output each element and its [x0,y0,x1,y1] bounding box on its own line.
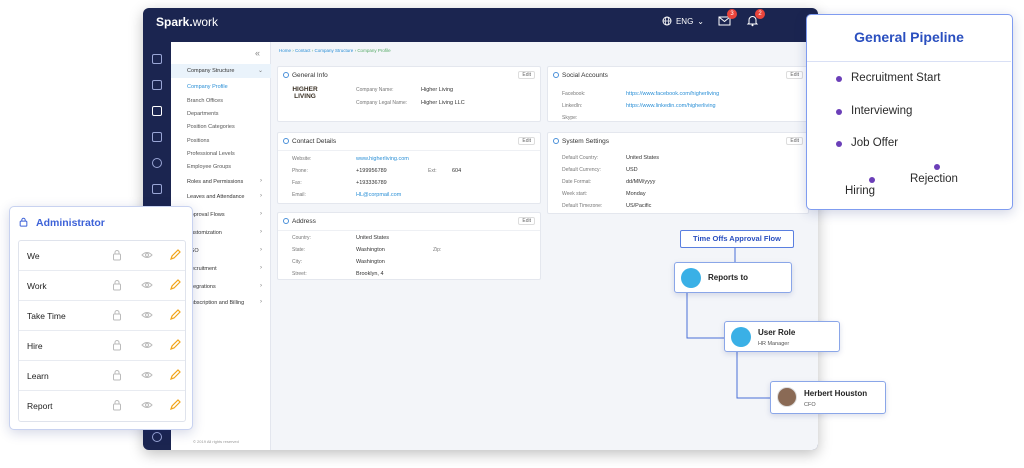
stage-dot [836,76,842,82]
stage-dot [836,141,842,147]
pipeline-dots [836,76,940,183]
stage-dot [869,177,875,183]
stage-dot [836,109,842,115]
stage-dot [934,164,940,170]
